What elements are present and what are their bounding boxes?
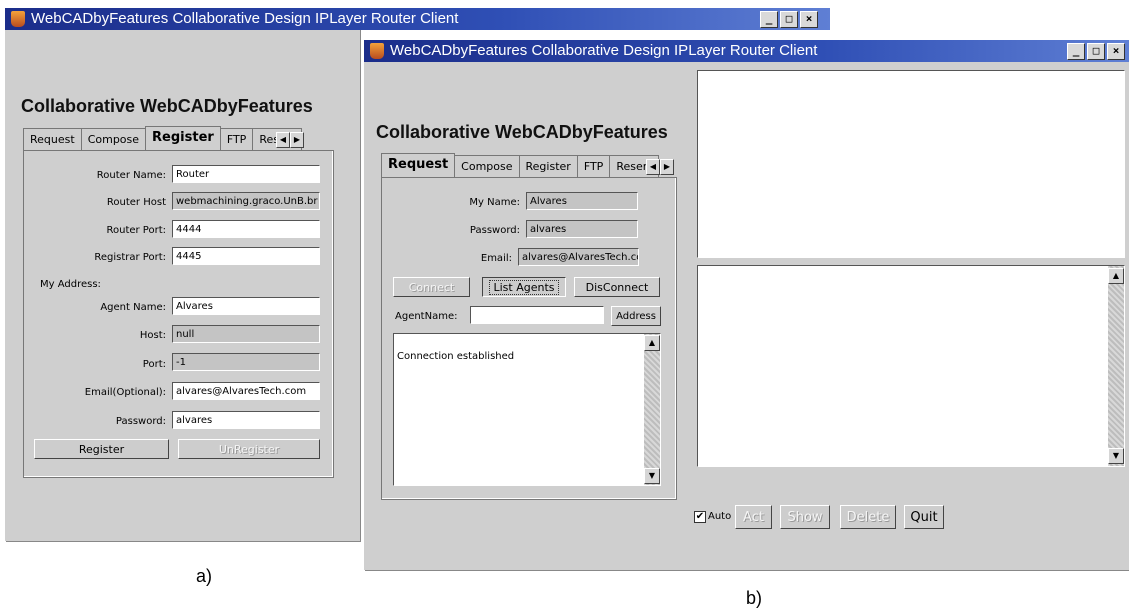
close-icon[interactable]: × [800,11,818,28]
router-name-label: Router Name: [96,170,166,181]
email-label: Email(Optional): [84,387,166,398]
window-a-tab-scroll: ◀ ▶ [276,132,304,148]
email-field[interactable]: alvares@AlvaresTech.com [518,248,639,266]
caption-b: b) [746,588,763,608]
output-area-bottom[interactable]: ▲ ▼ [697,265,1125,467]
router-host-label: Router Host [106,197,166,208]
scroll-up-icon[interactable]: ▲ [1108,268,1124,284]
scroll-up-icon[interactable]: ▲ [644,335,660,351]
password-label: Password: [469,225,520,236]
my-name-field[interactable]: Alvares [526,192,638,210]
registrar-port-label: Registrar Port: [94,252,166,263]
host-field[interactable]: null [172,325,320,343]
router-port-label: Router Port: [106,225,166,236]
scroll-down-icon[interactable]: ▼ [1108,448,1124,464]
show-button[interactable]: Show [780,505,830,529]
agent-name-label: AgentName: [395,311,458,322]
tab-scroll-left-icon[interactable]: ◀ [276,132,290,148]
tab-scroll-right-icon[interactable]: ▶ [290,132,304,148]
window-b-titlebar[interactable]: WebCADbyFeatures Collaborative Design IP… [364,40,1129,62]
password-field[interactable]: alvares [172,411,320,429]
tab-request[interactable]: Request [381,153,456,179]
list-agents-label: List Agents [489,280,559,295]
scroll-down-icon[interactable]: ▼ [644,468,660,484]
window-a-controls: _ □ × [760,11,818,28]
window-b-tab-scroll: ◀ ▶ [646,159,674,175]
log-text: Connection established [397,351,515,362]
caption-a: a) [196,566,213,586]
java-cup-icon [11,11,25,27]
tab-request[interactable]: Request [23,128,82,150]
auto-checkbox[interactable]: ✔ [694,511,706,523]
log-scrollbar[interactable]: ▲ ▼ [644,334,660,485]
tab-scroll-left-icon[interactable]: ◀ [646,159,660,175]
minimize-icon[interactable]: _ [1067,43,1085,60]
tab-register[interactable]: Register [145,126,221,152]
close-icon[interactable]: × [1107,43,1125,60]
register-button[interactable]: Register [34,439,169,459]
delete-button[interactable]: Delete [840,505,896,529]
agent-name-label: Agent Name: [100,302,166,313]
email-field[interactable]: alvares@AlvaresTech.com [172,382,320,400]
disconnect-button[interactable]: DisConnect [574,277,660,297]
address-button[interactable]: Address [611,306,661,326]
password-field[interactable]: alvares [526,220,638,238]
tab-compose[interactable]: Compose [80,128,147,150]
connect-button[interactable]: Connect [393,277,470,297]
unregister-button[interactable]: UnRegister [178,439,320,459]
output-area-top[interactable] [697,70,1125,258]
output-scrollbar[interactable]: ▲ ▼ [1108,266,1124,466]
window-a-title: WebCADbyFeatures Collaborative Design IP… [31,10,459,27]
window-b-heading: Collaborative WebCADbyFeatures [376,122,668,142]
list-agents-button[interactable]: List Agents [482,277,566,297]
agent-name-field[interactable] [470,306,604,324]
port-label: Port: [142,359,166,370]
act-button[interactable]: Act [735,505,772,529]
window-b-controls: _ □ × [1067,43,1125,60]
my-name-label: My Name: [469,197,520,208]
agent-name-field[interactable]: Alvares [172,297,320,315]
window-b-tabs: Request Compose Register FTP Reserv [381,153,660,179]
auto-label: Auto [708,511,732,522]
router-name-field[interactable]: Router [172,165,320,183]
password-label: Password: [115,416,166,427]
host-label: Host: [139,330,166,341]
maximize-icon[interactable]: □ [1087,43,1105,60]
router-host-field[interactable]: webmachining.graco.UnB.br [172,192,320,210]
window-a-heading: Collaborative WebCADbyFeatures [21,96,313,116]
router-port-field[interactable]: 4444 [172,220,320,238]
port-field[interactable]: -1 [172,353,320,371]
window-b-title: WebCADbyFeatures Collaborative Design IP… [390,42,818,59]
tab-scroll-right-icon[interactable]: ▶ [660,159,674,175]
my-address-label: My Address: [40,279,101,290]
minimize-icon[interactable]: _ [760,11,778,28]
java-cup-icon [370,43,384,59]
registrar-port-field[interactable]: 4445 [172,247,320,265]
window-a-titlebar[interactable]: WebCADbyFeatures Collaborative Design IP… [5,8,830,30]
maximize-icon[interactable]: □ [780,11,798,28]
connection-log[interactable]: Connection established ▲ ▼ [393,333,661,486]
tab-register[interactable]: Register [518,155,578,177]
email-label: Email: [480,253,512,264]
tab-ftp[interactable]: FTP [219,128,254,150]
tab-ftp[interactable]: FTP [576,155,611,177]
quit-button[interactable]: Quit [904,505,944,529]
window-a-tabs: Request Compose Register FTP Reserv [23,126,303,152]
tab-compose[interactable]: Compose [454,155,520,177]
